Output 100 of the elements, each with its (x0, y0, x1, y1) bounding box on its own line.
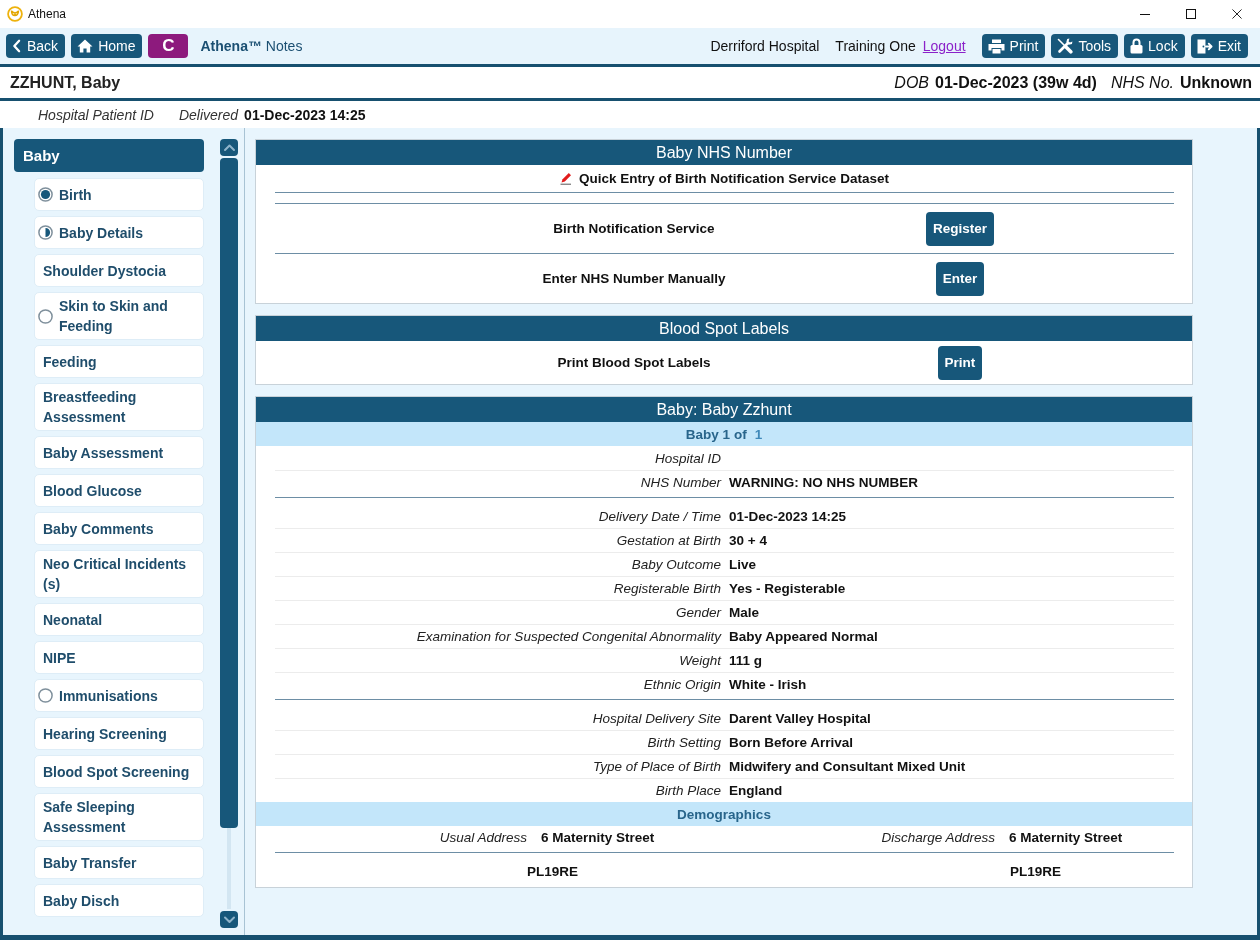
tools-button[interactable]: Tools (1051, 34, 1119, 58)
action-label: Print Blood Spot Labels (557, 355, 711, 370)
field-label: Gestation at Birth (616, 533, 721, 548)
nav-item[interactable]: Neo Critical Incidents (s) (34, 550, 204, 598)
field-value: Live (729, 557, 756, 572)
nav-item[interactable]: Breastfeeding Assessment (34, 383, 204, 431)
field-label: Weight (679, 653, 721, 668)
nav-item[interactable]: Blood Glucose (34, 474, 204, 507)
app-logo-icon (7, 6, 23, 22)
field-value: White - Irish (729, 677, 807, 692)
field-value: PL19RE (1010, 863, 1062, 879)
logout-link[interactable]: Logout (922, 38, 966, 54)
field-value: Baby Appeared Normal (729, 629, 878, 644)
door-exit-icon (1196, 38, 1213, 54)
field-label: Hospital Delivery Site (592, 710, 721, 726)
field-value: Yes - Registerable (729, 581, 846, 596)
maximize-icon (1186, 9, 1196, 19)
section-header: Demographics (256, 802, 1192, 826)
field-value: 111 g (729, 653, 763, 668)
field-label: NHS No. (1110, 73, 1174, 92)
field-value: England (729, 783, 783, 798)
field-value: Midwifery and Consultant Mixed Unit (729, 759, 966, 774)
nav-item[interactable]: Blood Spot Screening (34, 755, 204, 788)
lock-button[interactable]: Lock (1124, 34, 1185, 58)
field-label: NHS Number (640, 475, 721, 490)
pager-text: Baby 1 of (685, 426, 747, 442)
field-label: Type of Place of Birth (592, 759, 721, 774)
nav-item[interactable]: Baby Disch (34, 884, 204, 917)
scroll-down-button[interactable] (220, 911, 238, 928)
field-label: Examination for Suspected Congenital Abnormality (416, 629, 721, 644)
field-label: Baby Outcome (631, 557, 721, 572)
panel-header: Baby: Baby Zzhunt (256, 397, 1192, 422)
field-label: Delivery Date / Time (598, 508, 721, 524)
nav-item[interactable]: Safe Sleeping Assessment (34, 793, 204, 841)
field-label: Gender (675, 605, 721, 620)
field-label: Discharge Address (881, 830, 995, 845)
nav-item[interactable]: Neonatal (34, 603, 204, 636)
padlock-icon (1130, 38, 1144, 54)
context-button[interactable]: C (148, 34, 189, 58)
field-value: 30 + 4 (729, 533, 767, 548)
field-label: DOB (894, 73, 929, 92)
field-value: Unknown (1180, 73, 1252, 92)
field-value: Male (729, 605, 759, 620)
quick-entry-link[interactable]: Quick Entry of Birth Notification Service Dataset (560, 171, 889, 186)
field-value: Darent Valley Hospital (729, 710, 871, 726)
nav-item[interactable]: NIPE (34, 641, 204, 674)
action-button[interactable]: Enter (935, 261, 985, 296)
patient-name: ZZHUNT, Baby (10, 73, 121, 92)
pager-count: 1 (754, 426, 763, 442)
field-label: Hospital Patient ID (38, 106, 154, 123)
app-title: Athena™ Notes (200, 38, 303, 54)
close-icon (1232, 9, 1242, 19)
wrench-screwdriver-icon (1057, 38, 1074, 54)
exit-button[interactable]: Exit (1190, 34, 1248, 58)
home-icon (77, 39, 94, 53)
action-button[interactable]: Register (926, 211, 994, 246)
panel-header: Blood Spot Labels (256, 316, 1192, 341)
field-value: 01-Dec-2023 14:25 (729, 508, 847, 524)
printer-icon (987, 38, 1005, 54)
field-label: Birth Setting (647, 735, 721, 750)
action-label: Enter NHS Number Manually (542, 271, 726, 286)
hospital-name: Derriford Hospital (710, 38, 820, 54)
field-value: 6 Maternity Street (541, 830, 655, 845)
field-value: Born Before Arrival (729, 735, 854, 750)
field-value: 6 Maternity Street (1009, 830, 1123, 845)
nav-item[interactable]: Birth (34, 178, 204, 211)
nav-item[interactable]: Skin to Skin and Feeding (34, 292, 204, 340)
nav-item[interactable]: Shoulder Dystocia (34, 254, 204, 287)
nav-group-header[interactable]: Baby (14, 139, 204, 172)
chevron-left-icon (12, 39, 21, 53)
minimize-icon (1140, 13, 1150, 15)
nav-item[interactable]: Immunisations (34, 679, 204, 712)
action-button[interactable]: Print (937, 345, 983, 380)
action-label: Birth Notification Service (553, 221, 715, 236)
field-label: Usual Address (439, 830, 527, 845)
chevron-down-icon (222, 914, 236, 925)
chevron-up-icon (222, 142, 236, 153)
field-value: 01-Dec-2023 14:25 (244, 106, 366, 123)
field-label: Registerable Birth (613, 581, 721, 596)
home-button[interactable]: Home (71, 34, 143, 58)
field-value: WARNING: NO NHS NUMBER (729, 475, 918, 490)
nav-item[interactable]: Feeding (34, 345, 204, 378)
field-label: Hospital ID (654, 450, 721, 466)
nav-item[interactable]: Hearing Screening (34, 717, 204, 750)
field-value: PL19RE (527, 863, 579, 879)
nav-item[interactable]: Baby Assessment (34, 436, 204, 469)
print-button[interactable]: Print (981, 34, 1046, 58)
user-name: Training One (835, 38, 916, 54)
scroll-up-button[interactable] (220, 139, 238, 156)
field-label: Birth Place (655, 783, 721, 798)
nav-item[interactable]: Baby Details (34, 216, 204, 249)
pencil-icon (560, 172, 573, 185)
panel-header: Baby NHS Number (256, 140, 1192, 165)
back-button[interactable]: Back (6, 34, 66, 58)
field-label: Ethnic Origin (643, 677, 721, 692)
field-label: Delivered (178, 106, 239, 123)
field-value: 01-Dec-2023 (39w 4d) (935, 73, 1097, 92)
nav-item[interactable]: Baby Transfer (34, 846, 204, 879)
nav-item[interactable]: Baby Comments (34, 512, 204, 545)
window-title: Athena (28, 7, 67, 21)
